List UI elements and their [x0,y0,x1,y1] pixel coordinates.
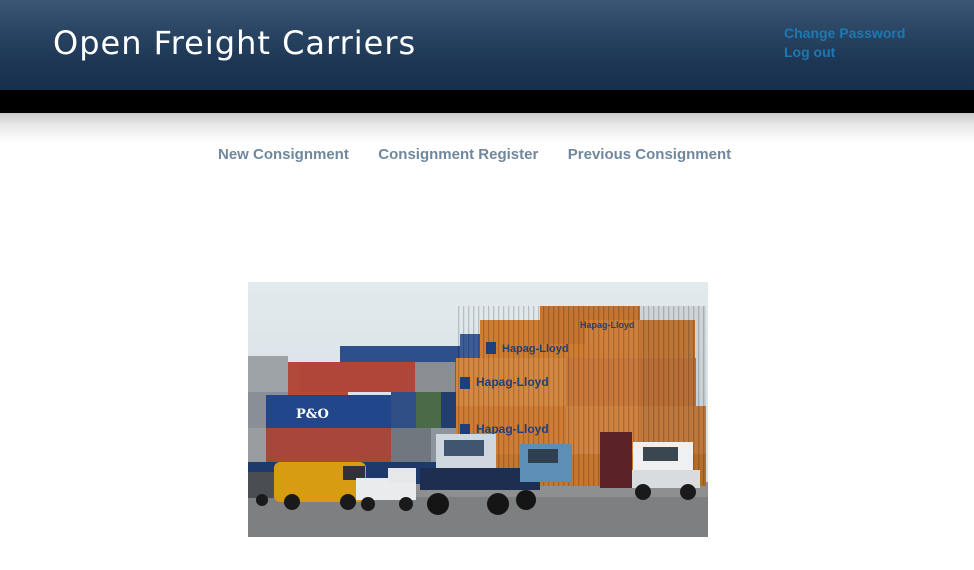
nav-previous-consignment[interactable]: Previous Consignment [568,146,731,163]
header-shadow [0,113,974,143]
logout-link[interactable]: Log out [784,43,905,62]
change-password-link[interactable]: Change Password [784,24,905,43]
container-label-1: Hapag-Lloyd [502,343,569,355]
container-label-po: P&O [296,407,329,422]
container-label-4: Hapag-Lloyd [580,320,635,330]
nav-consignment-register[interactable]: Consignment Register [378,146,538,163]
nav-new-consignment[interactable]: New Consignment [218,146,349,163]
container-label-3: Hapag-Lloyd [476,422,549,436]
user-links: Change Password Log out [784,24,905,62]
freight-yard-photo: P&O Hapag-Lloyd Hapag-Lloyd Hapag-Lloyd … [248,282,708,537]
header-divider-band [0,90,974,113]
main-nav: New Consignment Consignment Register Pre… [218,146,756,164]
container-label-2: Hapag-Lloyd [476,375,549,389]
site-title: Open Freight Carriers [53,24,417,62]
site-header: Open Freight Carriers Change Password Lo… [0,0,974,90]
